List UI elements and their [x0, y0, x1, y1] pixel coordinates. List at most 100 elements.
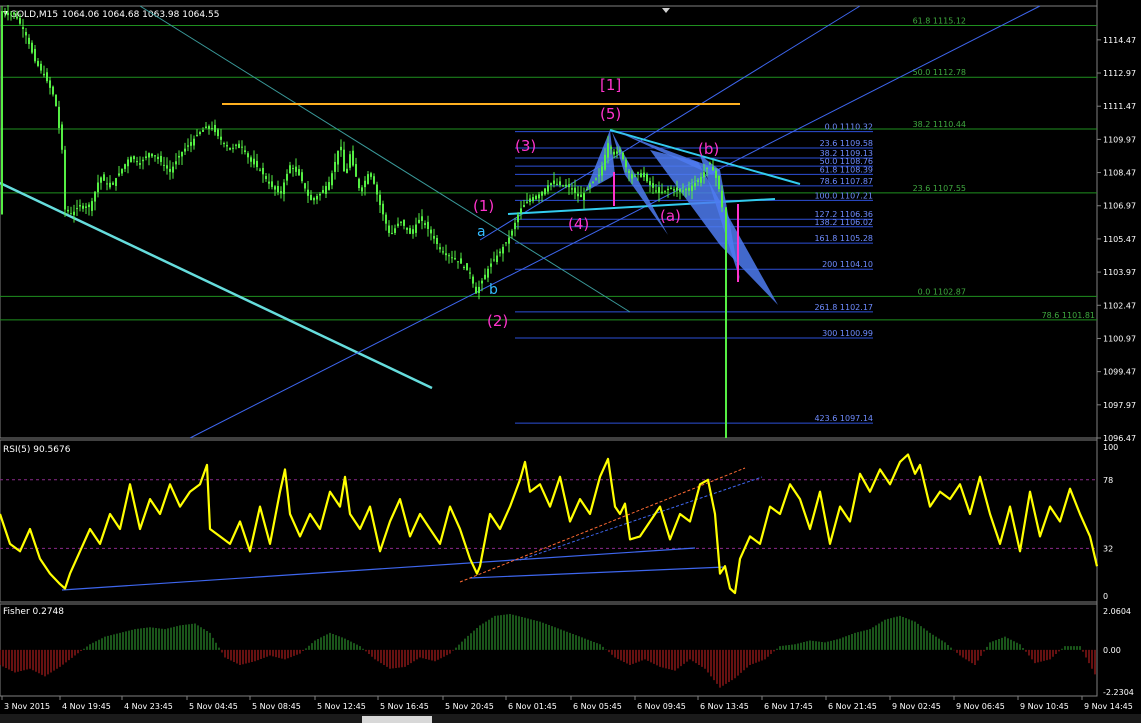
candle-body [82, 205, 84, 209]
candle-body [43, 73, 45, 76]
candle-body [427, 221, 429, 229]
candle-body [208, 126, 210, 129]
chart-shift-marker-icon[interactable] [662, 8, 670, 13]
candle-body [574, 187, 576, 193]
candle-body [535, 195, 537, 200]
candle-body [538, 194, 540, 199]
harmonic-pattern-shape [585, 130, 615, 192]
candle-body [139, 163, 141, 165]
candle-body [307, 189, 309, 196]
price-header: GOLD,M15 1064.06 1064.68 1063.98 1064.55 [3, 10, 219, 20]
candle-body [37, 60, 39, 66]
candle-body [439, 247, 441, 250]
candle-body [679, 188, 681, 192]
candle-body [484, 274, 486, 280]
candle-body [181, 151, 183, 157]
candle-body [310, 194, 312, 200]
candle-body [46, 72, 48, 82]
price-axis-tick-label: 1096.47 [1103, 434, 1136, 443]
candle-body [367, 174, 369, 184]
candle-body [676, 187, 678, 191]
fib-level-right-label: 23.6 1107.55 [913, 184, 966, 193]
price-axis-tick-label: 1103.97 [1103, 268, 1136, 277]
fib-level-mid-label: 0.0 1110.32 [825, 123, 873, 132]
candle-body [658, 187, 660, 194]
candle-body [583, 193, 585, 201]
candle-body [265, 176, 267, 179]
time-axis-tick-label: 9 Nov 06:45 [956, 702, 1005, 711]
price-axis-tick-label: 1112.97 [1103, 69, 1136, 78]
candle-body [523, 205, 525, 207]
time-axis-tick-label: 3 Nov 2015 [4, 702, 50, 711]
candle-body [529, 198, 531, 202]
wave-annotations: [1] (5) (3) (b) (1) (4) (a) (2) a b [473, 76, 719, 330]
candle-body [121, 168, 123, 174]
rsi-layer [0, 453, 1099, 595]
candle-body [640, 173, 642, 177]
candle-body [643, 172, 645, 178]
candle-body [217, 129, 219, 137]
candle-body [394, 228, 396, 233]
rsi-series-line [0, 453, 1099, 595]
candle-body [397, 223, 399, 227]
candle-body [4, 11, 6, 13]
wave-label-2: (2) [487, 312, 508, 330]
candle-body [634, 175, 636, 177]
gold-chart-svg[interactable]: GOLD,M15 1064.06 1064.68 1063.98 1064.55… [0, 0, 1141, 723]
candle-body [649, 181, 651, 186]
candle-body [472, 276, 474, 284]
candle-body [211, 128, 213, 130]
candle-body [691, 185, 693, 191]
candle-body [169, 168, 171, 172]
candle-body [502, 246, 504, 254]
candle-body [190, 142, 192, 146]
candle-body [622, 152, 624, 160]
price-axis-tick-label: 1099.47 [1103, 368, 1136, 377]
time-axis-tick-label: 5 Nov 08:45 [252, 702, 301, 711]
candle-body [241, 146, 243, 148]
candle-body [430, 229, 432, 234]
time-axis-tick-label: 5 Nov 16:45 [380, 702, 429, 711]
candle-body [91, 201, 93, 211]
candle-body [505, 242, 507, 244]
candle-body [202, 130, 204, 132]
candle-body [220, 136, 222, 140]
fib-level-mid-label: 161.8 1105.28 [814, 234, 873, 243]
candle-body [280, 191, 282, 194]
candle-body [559, 181, 561, 186]
candle-body [337, 150, 339, 165]
wave-label-5: (5) [600, 105, 621, 123]
candle-body [550, 183, 552, 186]
candle-body [331, 173, 333, 186]
scrollbar-thumb[interactable] [362, 716, 432, 723]
candle-body [109, 182, 111, 188]
candle-body [616, 151, 618, 154]
candle-body [415, 224, 417, 233]
candle-body [661, 191, 663, 193]
candle-body [697, 180, 699, 183]
horizontal-scrollbar [0, 714, 1141, 723]
candle-body [154, 155, 156, 157]
candle-body [412, 229, 414, 234]
rsi-panel[interactable] [0, 439, 1098, 603]
candle-body [172, 166, 174, 173]
price-axis-tick-label: 1105.47 [1103, 235, 1136, 244]
candle-body [604, 154, 606, 170]
candle-body [268, 181, 270, 184]
candle-body [589, 185, 591, 187]
candle-body [376, 184, 378, 195]
candle-body [118, 173, 120, 176]
candle-body [115, 178, 117, 186]
fisher-panel[interactable] [0, 603, 1098, 697]
candle-body [655, 190, 657, 192]
rsi-title: RSI(5) 90.5676 [3, 445, 71, 455]
candle-body [601, 166, 603, 176]
candle-body [175, 161, 177, 165]
rsi-trendline-lower [61, 547, 696, 591]
candle-body [199, 132, 201, 135]
candle-body [556, 183, 558, 185]
fib-level-mid-label: 261.8 1102.17 [814, 303, 873, 312]
candle-body [295, 166, 297, 172]
candle-body [49, 80, 51, 88]
candle-body [595, 178, 597, 180]
